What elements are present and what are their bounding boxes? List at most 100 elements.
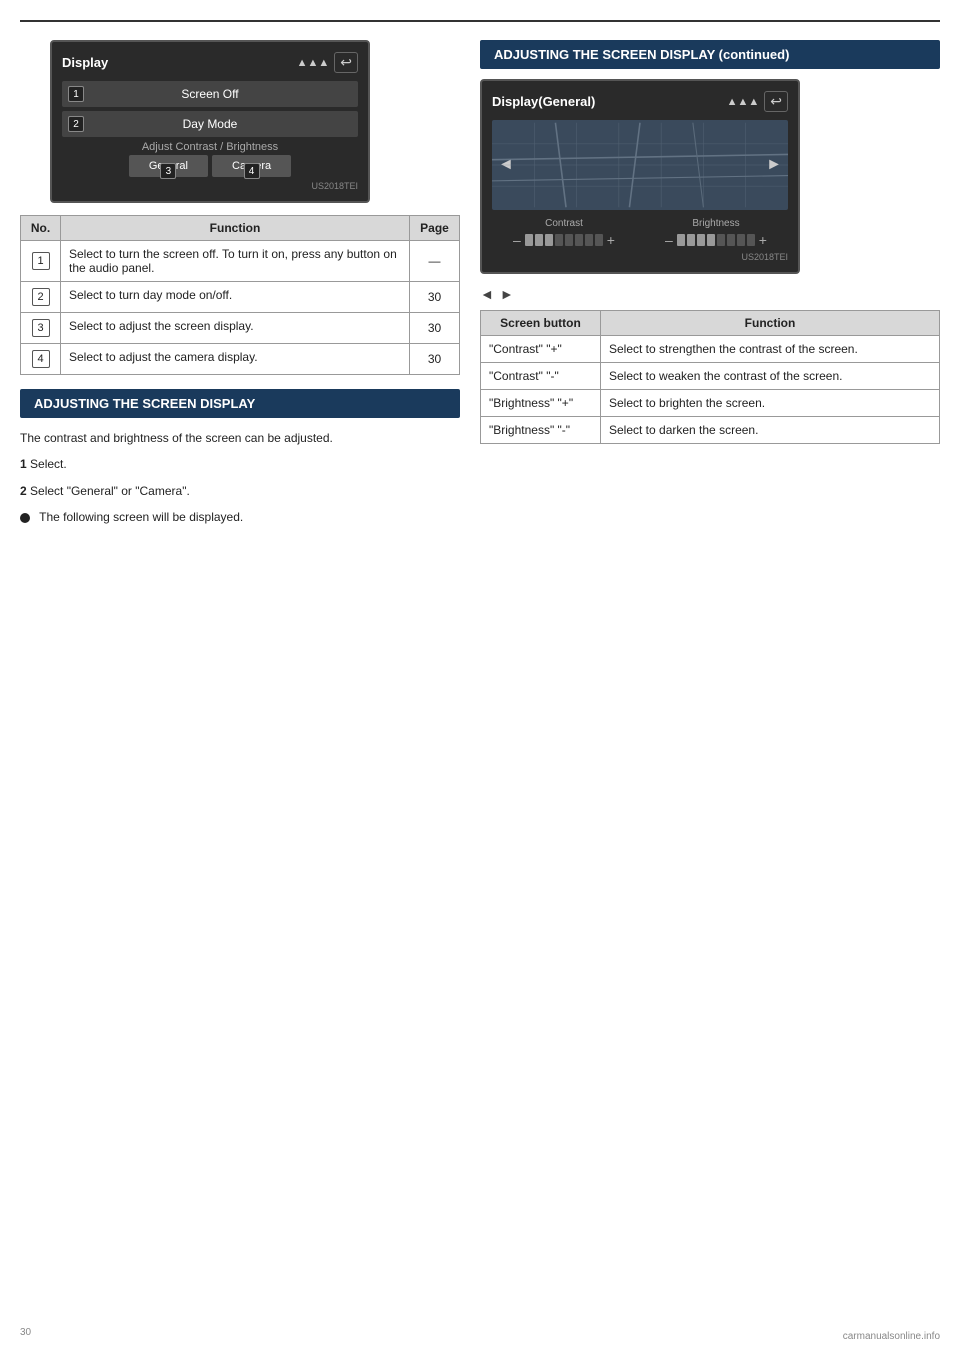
right-column: ADJUSTING THE SCREEN DISPLAY (continued)… bbox=[480, 40, 940, 534]
row-page-4: 30 bbox=[410, 344, 460, 375]
btn-label-contrast-minus: "Contrast" "-" bbox=[481, 363, 601, 390]
left-column: Display ▲▲▲ ↩ 1 Screen Off 2 Day Mode Ad… bbox=[20, 40, 460, 534]
map-nav-right-icon[interactable]: ► bbox=[766, 156, 782, 174]
table-row: 4 Select to adjust the camera display. 3… bbox=[21, 344, 460, 375]
row-num-2: 2 bbox=[21, 282, 61, 313]
row-num-1: 1 bbox=[21, 241, 61, 282]
slider-seg bbox=[697, 234, 705, 246]
slider-row: Contrast – bbox=[492, 218, 788, 248]
table-header-page: Page bbox=[410, 216, 460, 241]
contrast-track bbox=[525, 234, 603, 246]
page-number: 30 bbox=[20, 1327, 31, 1338]
slider-seg bbox=[585, 234, 593, 246]
general-tab[interactable]: General 3 bbox=[129, 155, 208, 177]
table-row: "Brightness" "+" Select to brighten the … bbox=[481, 390, 940, 417]
slider-seg bbox=[707, 234, 715, 246]
slider-seg bbox=[535, 234, 543, 246]
brightness-minus-button[interactable]: – bbox=[665, 232, 673, 248]
screen-tabs: General 3 Camera 4 bbox=[62, 155, 358, 177]
slider-seg bbox=[545, 234, 553, 246]
row-func-2: Select to turn day mode on/off. bbox=[61, 282, 410, 313]
image-code-right: US2018TEI bbox=[492, 252, 788, 262]
num-badge-3: 3 bbox=[160, 163, 176, 179]
back-button[interactable]: ↩ bbox=[334, 52, 358, 73]
slider-seg bbox=[727, 234, 735, 246]
btn-label-brightness-plus: "Brightness" "+" bbox=[481, 390, 601, 417]
contrast-plus-button[interactable]: + bbox=[607, 232, 615, 248]
table-row: "Contrast" "+" Select to strengthen the … bbox=[481, 336, 940, 363]
btn-label-brightness-minus: "Brightness" "-" bbox=[481, 417, 601, 444]
table-header-no: No. bbox=[21, 216, 61, 241]
slider-seg bbox=[575, 234, 583, 246]
row-page-3: 30 bbox=[410, 313, 460, 344]
brightness-slider-group: Brightness – bbox=[644, 218, 788, 248]
top-divider bbox=[20, 20, 940, 22]
brightness-label: Brightness bbox=[692, 218, 739, 229]
screen-button-table: Screen button Function "Contrast" "+" Se… bbox=[480, 310, 940, 444]
signal-icon-right: ▲▲▲ bbox=[727, 96, 760, 108]
table-row: 2 Select to turn day mode on/off. 30 bbox=[21, 282, 460, 313]
screen-off-item[interactable]: 1 Screen Off bbox=[62, 81, 358, 107]
btn-func-brightness-minus: Select to darken the screen. bbox=[601, 417, 940, 444]
body-para-bullet: The following screen will be displayed. bbox=[20, 507, 460, 527]
row-page-1: — bbox=[410, 241, 460, 282]
right-arrow-icon: ► bbox=[500, 286, 514, 302]
watermark-text: carmanualsonline.info bbox=[843, 1331, 940, 1342]
screen-icons: ▲▲▲ ↩ bbox=[297, 52, 358, 73]
slider-seg bbox=[595, 234, 603, 246]
back-button-right[interactable]: ↩ bbox=[764, 91, 788, 112]
display-general-title: Display(General) bbox=[492, 94, 595, 109]
signal-icon: ▲▲▲ bbox=[297, 57, 330, 69]
table-header-function: Function bbox=[61, 216, 410, 241]
slider-seg bbox=[687, 234, 695, 246]
row-func-3: Select to adjust the screen display. bbox=[61, 313, 410, 344]
table-row: "Contrast" "-" Select to weaken the cont… bbox=[481, 363, 940, 390]
display-screen-mockup: Display ▲▲▲ ↩ 1 Screen Off 2 Day Mode Ad… bbox=[50, 40, 370, 203]
slider-seg bbox=[717, 234, 725, 246]
slider-seg bbox=[565, 234, 573, 246]
adjust-label: Adjust Contrast / Brightness bbox=[62, 141, 358, 153]
watermark: carmanualsonline.info bbox=[843, 1331, 940, 1342]
function-table: No. Function Page 1 Select to turn the s… bbox=[20, 215, 460, 375]
circle-bullet-icon bbox=[20, 513, 30, 523]
slider-seg bbox=[737, 234, 745, 246]
table-row: 3 Select to adjust the screen display. 3… bbox=[21, 313, 460, 344]
map-svg bbox=[492, 120, 788, 210]
table-row: "Brightness" "-" Select to darken the sc… bbox=[481, 417, 940, 444]
num-badge-2: 2 bbox=[68, 116, 84, 132]
row-num-4: 4 bbox=[21, 344, 61, 375]
num-badge-4: 4 bbox=[244, 163, 260, 179]
contrast-minus-button[interactable]: – bbox=[513, 232, 521, 248]
contrast-slider-group: Contrast – bbox=[492, 218, 636, 248]
section-banner-right: ADJUSTING THE SCREEN DISPLAY (continued) bbox=[480, 40, 940, 69]
slider-seg bbox=[525, 234, 533, 246]
btn-label-contrast-plus: "Contrast" "+" bbox=[481, 336, 601, 363]
display-general-mockup: Display(General) ▲▲▲ ↩ ◄ bbox=[480, 79, 800, 274]
left-body: The contrast and brightness of the scree… bbox=[20, 428, 460, 528]
slider-seg bbox=[677, 234, 685, 246]
row-num-3: 3 bbox=[21, 313, 61, 344]
arrow-icons: ◄ ► bbox=[480, 286, 940, 302]
map-area: ◄ bbox=[492, 120, 788, 210]
camera-tab[interactable]: Camera 4 bbox=[212, 155, 291, 177]
table-row: 1 Select to turn the screen off. To turn… bbox=[21, 241, 460, 282]
brightness-plus-button[interactable]: + bbox=[759, 232, 767, 248]
body-para-3: 2 Select "General" or "Camera". bbox=[20, 481, 460, 501]
image-code-left: US2018TEI bbox=[62, 181, 358, 191]
btn-func-contrast-minus: Select to weaken the contrast of the scr… bbox=[601, 363, 940, 390]
slider-seg bbox=[747, 234, 755, 246]
screen-icons-right: ▲▲▲ ↩ bbox=[727, 91, 788, 112]
section-banner-adjusting: ADJUSTING THE SCREEN DISPLAY bbox=[20, 389, 460, 418]
contrast-label: Contrast bbox=[545, 218, 583, 229]
btn-func-brightness-plus: Select to brighten the screen. bbox=[601, 390, 940, 417]
row-func-4: Select to adjust the camera display. bbox=[61, 344, 410, 375]
left-arrow-icon: ◄ bbox=[480, 286, 494, 302]
bottom-spacer bbox=[20, 534, 940, 1338]
brightness-track bbox=[677, 234, 755, 246]
body-para-1: The contrast and brightness of the scree… bbox=[20, 428, 460, 448]
day-mode-item[interactable]: 2 Day Mode bbox=[62, 111, 358, 137]
table-header-screen-func: Function bbox=[601, 311, 940, 336]
table-header-screen-btn: Screen button bbox=[481, 311, 601, 336]
btn-func-contrast-plus: Select to strengthen the contrast of the… bbox=[601, 336, 940, 363]
num-badge-1: 1 bbox=[68, 86, 84, 102]
